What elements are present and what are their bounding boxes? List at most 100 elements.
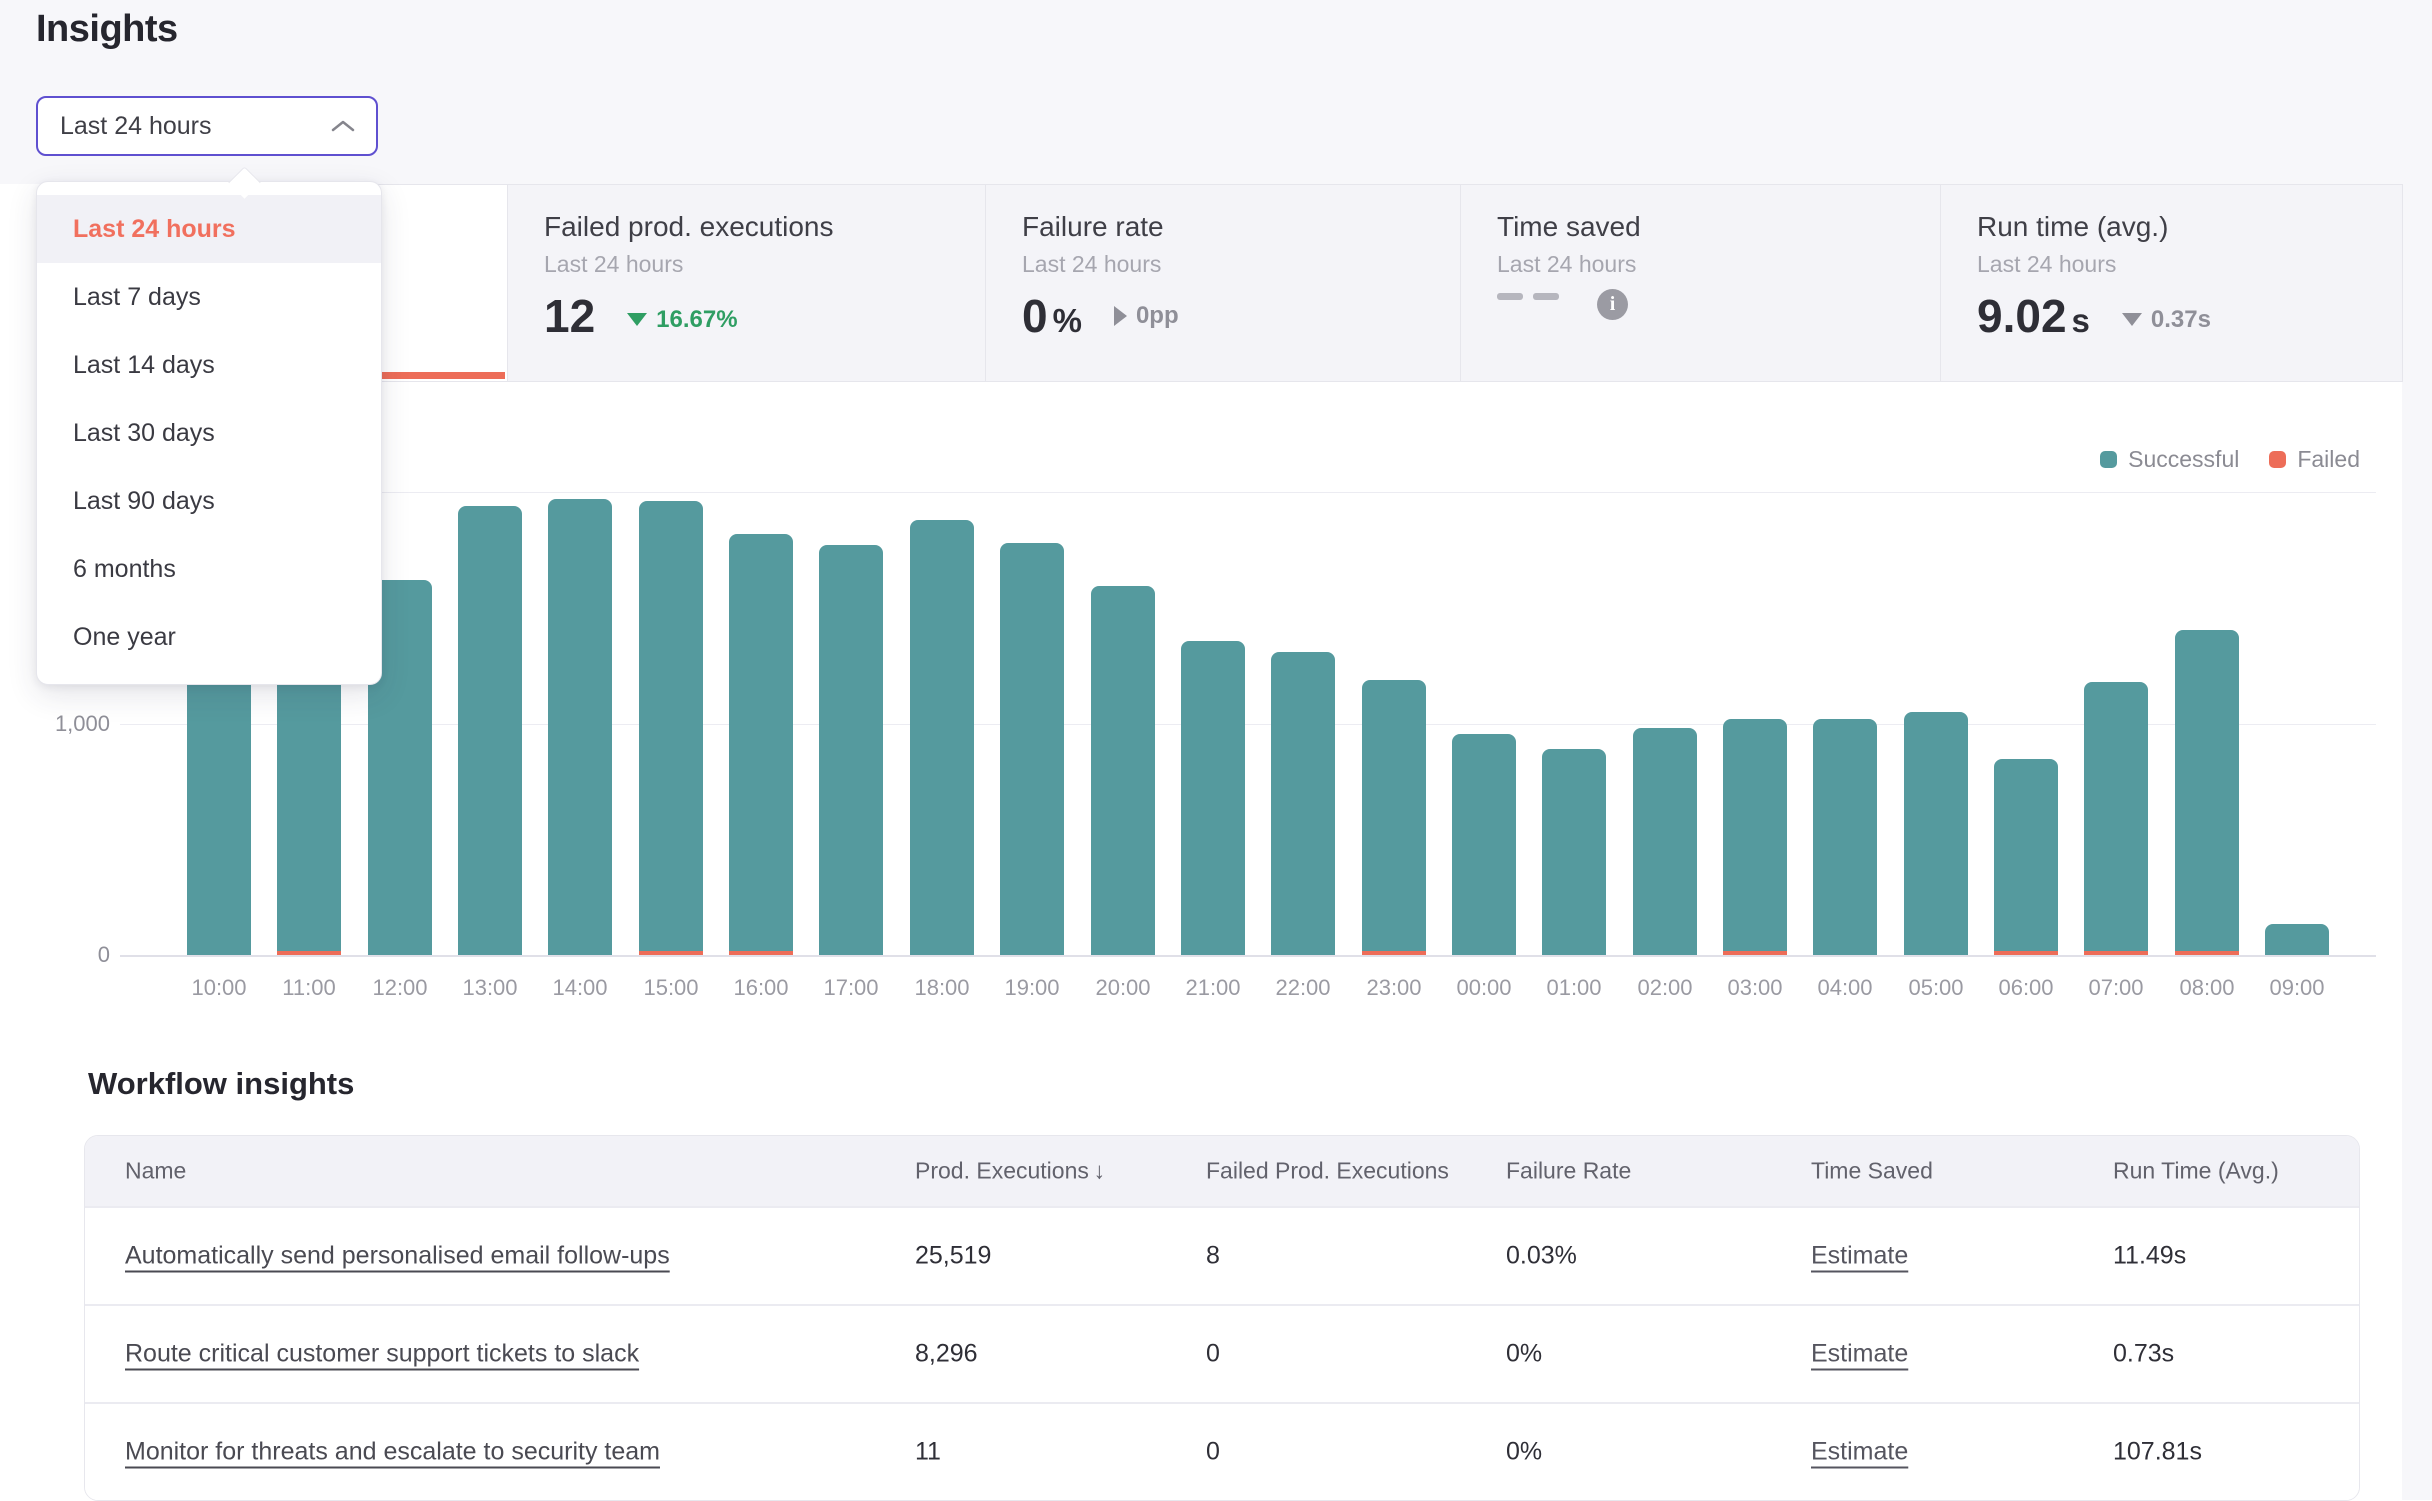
- x-axis-tick: 02:00: [1620, 975, 1710, 1001]
- bar-02:00[interactable]: [1633, 728, 1697, 955]
- x-axis-tick: 08:00: [2162, 975, 2252, 1001]
- bar-21:00[interactable]: [1181, 641, 1245, 955]
- menu-item-last-30-days[interactable]: Last 30 days: [37, 399, 381, 467]
- x-axis-tick: 00:00: [1439, 975, 1529, 1001]
- bar-successful-segment: [1091, 586, 1155, 955]
- column-header-name[interactable]: Name: [125, 1158, 186, 1185]
- x-axis-tick: 15:00: [626, 975, 716, 1001]
- summary-card-time-saved[interactable]: Time savedLast 24 hoursi: [1460, 185, 1940, 381]
- x-axis-tick: 04:00: [1800, 975, 1890, 1001]
- dash-placeholder: [1497, 293, 1523, 300]
- bar-07:00[interactable]: [2084, 682, 2148, 955]
- bar-03:00[interactable]: [1723, 719, 1787, 955]
- menu-item-6-months[interactable]: 6 months: [37, 535, 381, 603]
- bar-successful-segment: [729, 534, 793, 955]
- x-axis-tick: 06:00: [1981, 975, 2071, 1001]
- table-row: Monitor for threats and escalate to secu…: [85, 1402, 2359, 1500]
- bar-successful-segment: [639, 501, 703, 955]
- bar-19:00[interactable]: [1000, 543, 1064, 955]
- workflow-name-link[interactable]: Route critical customer support tickets …: [125, 1340, 639, 1369]
- summary-card-failed-prod-executions[interactable]: Failed prod. executionsLast 24 hours1216…: [507, 185, 985, 381]
- bar-18:00[interactable]: [910, 520, 974, 955]
- time-filter-select[interactable]: Last 24 hours: [36, 96, 378, 156]
- x-axis-tick: 07:00: [2071, 975, 2161, 1001]
- time-saved-estimate-link[interactable]: Estimate: [1811, 1340, 1908, 1369]
- bar-20:00[interactable]: [1091, 586, 1155, 955]
- bar-04:00[interactable]: [1813, 719, 1877, 955]
- bar-00:00[interactable]: [1452, 734, 1516, 955]
- bar-successful-segment: [1994, 759, 2058, 955]
- table-cell: 0: [1206, 1438, 1220, 1467]
- column-header-run-time-avg-[interactable]: Run Time (Avg.): [2113, 1158, 2279, 1185]
- time-saved-estimate-link[interactable]: Estimate: [1811, 1438, 1908, 1467]
- card-delta: 16.67%: [627, 306, 737, 334]
- bar-16:00[interactable]: [729, 534, 793, 955]
- bar-22:00[interactable]: [1271, 652, 1335, 955]
- card-delta: 0.37s: [2122, 306, 2211, 334]
- x-axis-tick: 13:00: [445, 975, 535, 1001]
- column-header-time-saved[interactable]: Time Saved: [1811, 1158, 1933, 1185]
- bar-14:00[interactable]: [548, 499, 612, 955]
- time-saved-estimate-link[interactable]: Estimate: [1811, 1242, 1908, 1271]
- table-cell: 11.49s: [2113, 1242, 2186, 1271]
- bar-08:00[interactable]: [2175, 630, 2239, 955]
- table-cell: 0%: [1506, 1340, 1542, 1369]
- down-arrow-icon: [627, 313, 647, 326]
- x-axis-tick: 18:00: [897, 975, 987, 1001]
- card-delta: 0pp: [1114, 302, 1179, 330]
- x-axis-tick: 05:00: [1891, 975, 1981, 1001]
- legend-label: Failed: [2297, 446, 2360, 473]
- card-title: Failed prod. executions: [544, 211, 834, 243]
- bar-successful-segment: [1904, 712, 1968, 955]
- bar-17:00[interactable]: [819, 545, 883, 955]
- x-axis-tick: 17:00: [806, 975, 896, 1001]
- column-header-failed-prod-executions[interactable]: Failed Prod. Executions: [1206, 1158, 1449, 1185]
- summary-card-failure-rate[interactable]: Failure rateLast 24 hours0%0pp: [985, 185, 1460, 381]
- x-axis-tick: 14:00: [535, 975, 625, 1001]
- bar-successful-segment: [1181, 641, 1245, 955]
- bar-15:00[interactable]: [639, 501, 703, 955]
- bar-successful-segment: [1362, 680, 1426, 955]
- bar-13:00[interactable]: [458, 506, 522, 955]
- menu-item-last-24-hours[interactable]: Last 24 hours: [37, 195, 381, 263]
- bar-23:00[interactable]: [1362, 680, 1426, 955]
- bar-05:00[interactable]: [1904, 712, 1968, 955]
- bar-successful-segment: [1452, 734, 1516, 955]
- legend-item-successful[interactable]: Successful: [2100, 446, 2239, 473]
- workflow-name-link[interactable]: Monitor for threats and escalate to secu…: [125, 1438, 660, 1467]
- x-axis-tick: 09:00: [2252, 975, 2342, 1001]
- x-axis-tick: 01:00: [1529, 975, 1619, 1001]
- table-cell: 0: [1206, 1340, 1220, 1369]
- bar-failed-segment: [2175, 951, 2239, 955]
- time-filter-selected-value: Last 24 hours: [60, 112, 212, 141]
- x-axis-tick: 03:00: [1710, 975, 1800, 1001]
- bar-failed-segment: [2084, 951, 2148, 955]
- menu-item-last-14-days[interactable]: Last 14 days: [37, 331, 381, 399]
- summary-card-run-time-avg[interactable]: Run time (avg.)Last 24 hours9.02s0.37s: [1940, 185, 2402, 381]
- column-header-prod-executions[interactable]: Prod. Executions ↓: [915, 1158, 1105, 1185]
- chevron-up-icon: [330, 112, 356, 141]
- table-cell: 107.81s: [2113, 1438, 2202, 1467]
- legend-swatch: [2269, 451, 2286, 468]
- card-subtitle: Last 24 hours: [1022, 251, 1161, 278]
- bar-successful-segment: [548, 499, 612, 955]
- menu-item-last-90-days[interactable]: Last 90 days: [37, 467, 381, 535]
- bar-successful-segment: [1723, 719, 1787, 955]
- menu-item-last-7-days[interactable]: Last 7 days: [37, 263, 381, 331]
- chart-legend: Successful Failed: [2100, 446, 2360, 473]
- info-icon[interactable]: i: [1597, 289, 1628, 320]
- bar-successful-segment: [2175, 630, 2239, 955]
- down-arrow-icon: [2122, 313, 2142, 326]
- menu-item-one-year[interactable]: One year: [37, 603, 381, 671]
- column-header-failure-rate[interactable]: Failure Rate: [1506, 1158, 1631, 1185]
- card-value: 1216.67%: [544, 289, 738, 343]
- bar-09:00[interactable]: [2265, 924, 2329, 955]
- workflow-name-link[interactable]: Automatically send personalised email fo…: [125, 1242, 670, 1271]
- card-value: i: [1497, 289, 1628, 320]
- x-axis-tick: 20:00: [1078, 975, 1168, 1001]
- legend-item-failed[interactable]: Failed: [2269, 446, 2360, 473]
- y-axis-tick: 1,000: [20, 711, 110, 737]
- bar-01:00[interactable]: [1542, 749, 1606, 955]
- bar-06:00[interactable]: [1994, 759, 2058, 955]
- bar-successful-segment: [910, 520, 974, 955]
